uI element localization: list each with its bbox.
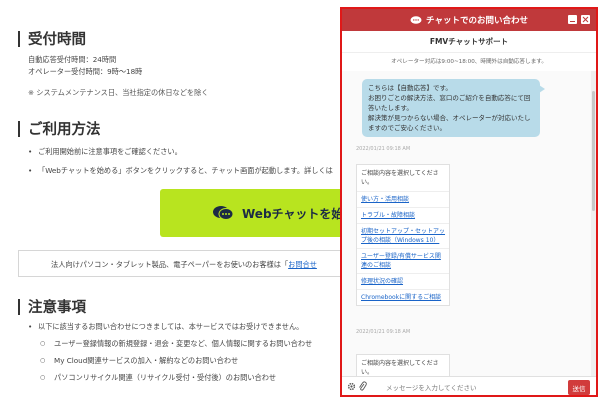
message-timestamp: 2022/01/21 09:18 AM bbox=[356, 146, 411, 152]
gear-icon[interactable] bbox=[347, 382, 356, 391]
option-trouble[interactable]: トラブル・故障相談 bbox=[357, 208, 449, 224]
caution-list: 以下に該当するお問い合わせにつきましては、本サービスではお受けできません。 ユー… bbox=[28, 320, 312, 388]
start-web-chat-button[interactable]: Webチャットを始め bbox=[160, 189, 360, 237]
inquiry-link[interactable]: お問合せ bbox=[288, 260, 317, 269]
chat-footer: 送信 bbox=[342, 376, 596, 395]
maintenance-note: ※ システムメンテナンス日、当社指定の休日などを除く bbox=[28, 88, 209, 97]
section-title: 受付時間 bbox=[28, 32, 86, 48]
close-icon[interactable] bbox=[581, 15, 590, 24]
corporate-note: 法人向けパソコン・タブレット製品、電子ペーパーをお使いのお客様は「 bbox=[51, 260, 289, 269]
heading-bar bbox=[18, 298, 20, 315]
list-item: My Cloud関連サービスの加入・解約などのお問い合わせ bbox=[28, 354, 312, 367]
chat-bubble-icon bbox=[410, 15, 422, 24]
scroll-thumb[interactable] bbox=[592, 91, 595, 211]
corporate-note-box: 法人向けパソコン・タブレット製品、電子ペーパーをお使いのお客様は「お問合せ bbox=[18, 250, 348, 277]
list-item: 以下に該当するお問い合わせにつきましては、本サービスではお受けできません。 bbox=[28, 320, 312, 333]
option-usage[interactable]: 使い方・活用相談 bbox=[357, 192, 449, 208]
list-item: ご利用開始前に注意事項をご確認ください。 bbox=[28, 145, 333, 158]
section-title: ご利用方法 bbox=[28, 122, 101, 138]
options-question: ご相談内容を選択してください。 bbox=[357, 165, 449, 192]
section-title: 注意事項 bbox=[28, 300, 86, 316]
option-setup[interactable]: 初期セットアップ・セットアップ後の相談（Windows 10） bbox=[357, 224, 449, 249]
options-card: ご相談内容を選択してください。 bbox=[356, 354, 450, 376]
message-timestamp: 2022/01/21 09:18 AM bbox=[356, 329, 411, 335]
option-registration[interactable]: ユーザー登録/有償サービス関連のご相談 bbox=[357, 249, 449, 274]
hours-auto: 自動応答受付時間：24時間 bbox=[28, 55, 117, 64]
chat-widget: チャットでのお問い合わせ FMVチャットサポート オペレーター対応は9:00~1… bbox=[340, 7, 598, 397]
heading-bar bbox=[18, 120, 20, 137]
bubble-tail bbox=[539, 85, 545, 93]
hours-operator: オペレーター受付時間：9時～18時 bbox=[28, 67, 143, 76]
options-card: ご相談内容を選択してください。 使い方・活用相談 トラブル・故障相談 初期セット… bbox=[356, 164, 450, 306]
chat-subtitle: FMVチャットサポート bbox=[342, 31, 596, 53]
chat-messages[interactable]: こちらは【自動応答】です。 お困りごとの解決方法、窓口のご紹介を自動応答にて回答… bbox=[342, 71, 596, 376]
section-heading-hours: 受付時間 bbox=[18, 28, 86, 49]
list-item: パソコンリサイクル関連（リサイクル受付・受付後）のお問い合わせ bbox=[28, 371, 312, 384]
option-repair-status[interactable]: 修理状況の確認 bbox=[357, 274, 449, 290]
section-heading-cautions: 注意事項 bbox=[18, 296, 86, 317]
chat-header-title: チャットでのお問い合わせ bbox=[426, 16, 528, 26]
operator-message-text: こちらは【自動応答】です。 お困りごとの解決方法、窓口のご紹介を自動応答にて回答… bbox=[368, 84, 531, 132]
send-button[interactable]: 送信 bbox=[568, 380, 590, 395]
button-label: Webチャットを始め bbox=[242, 206, 356, 221]
list-item: ユーザー登録情報の新規登録・退会・変更など、個人情報に関するお問い合わせ bbox=[28, 337, 312, 350]
usage-list: ご利用開始前に注意事項をご確認ください。 「Webチャットを始める」ボタンをクリ… bbox=[28, 145, 333, 183]
chat-scrollbar[interactable] bbox=[591, 71, 596, 376]
options-question: ご相談内容を選択してください。 bbox=[361, 360, 439, 376]
chat-header: チャットでのお問い合わせ bbox=[342, 9, 596, 31]
heading-bar bbox=[18, 30, 20, 47]
section-heading-usage: ご利用方法 bbox=[18, 118, 101, 139]
list-item: 「Webチャットを始める」ボタンをクリックすると、チャット画面が起動します。詳し… bbox=[28, 164, 333, 177]
hours-info: 自動応答受付時間：24時間 オペレーター受付時間：9時～18時 bbox=[28, 54, 142, 78]
chat-bubble-icon bbox=[213, 206, 234, 220]
paperclip-icon[interactable] bbox=[358, 381, 367, 392]
operator-message: こちらは【自動応答】です。 お困りごとの解決方法、窓口のご紹介を自動応答にて回答… bbox=[362, 79, 545, 137]
operator-hours: オペレーター対応は9:00~18:00、時間外は自動応答します。 bbox=[391, 59, 547, 65]
option-chromebook[interactable]: Chromebookに関するご相談 bbox=[357, 290, 449, 305]
message-input[interactable] bbox=[382, 380, 558, 395]
minimize-icon[interactable] bbox=[568, 15, 577, 24]
